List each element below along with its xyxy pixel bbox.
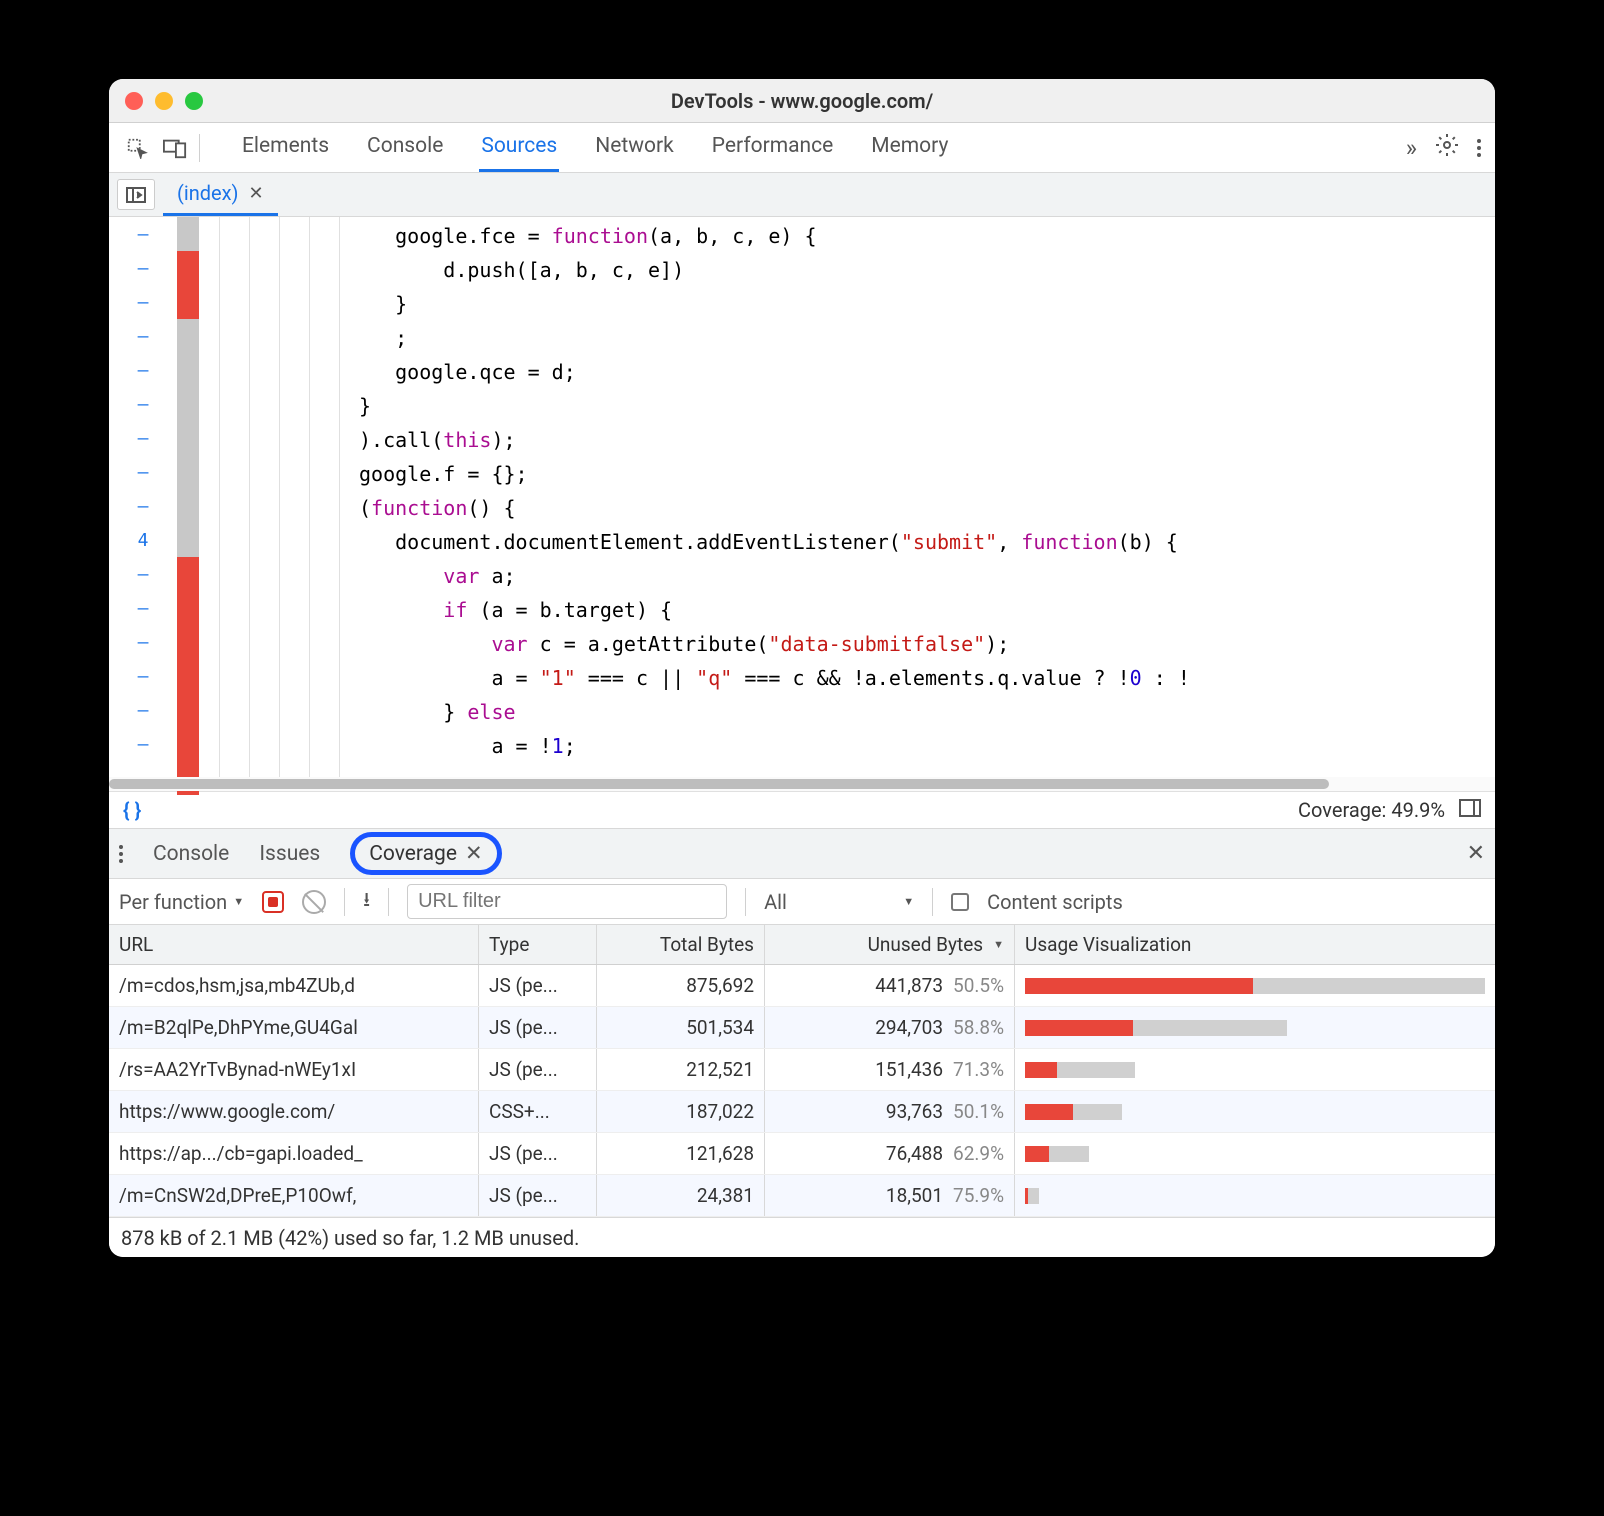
inspect-element-icon[interactable] <box>123 134 151 162</box>
settings-gear-icon[interactable] <box>1435 133 1459 163</box>
main-tabs: Elements Console Sources Network Perform… <box>240 123 1396 172</box>
minimize-window-button[interactable] <box>155 92 173 110</box>
drawer-tabs: Console Issues Coverage ✕ ✕ <box>109 829 1495 879</box>
separator <box>199 134 200 162</box>
pretty-print-icon[interactable]: { } <box>123 798 141 822</box>
coverage-table: URL Type Total Bytes Unused Bytes▼ Usage… <box>109 925 1495 1217</box>
file-tab-index[interactable]: (index) ✕ <box>163 173 278 216</box>
table-row[interactable]: /m=CnSW2d,DPreE,P10Owf,JS (pe...24,38118… <box>109 1175 1495 1217</box>
sidebar-right-toggle-icon[interactable] <box>1459 798 1481 822</box>
tab-performance[interactable]: Performance <box>710 123 835 172</box>
granularity-select[interactable]: Per function▼ <box>119 890 244 914</box>
col-type[interactable]: Type <box>479 925 597 964</box>
record-button[interactable] <box>262 891 284 913</box>
content-scripts-label: Content scripts <box>987 890 1123 914</box>
table-row[interactable]: /rs=AA2YrTvBynad-nWEy1xIJS (pe...212,521… <box>109 1049 1495 1091</box>
table-header: URL Type Total Bytes Unused Bytes▼ Usage… <box>109 925 1495 965</box>
col-unused[interactable]: Unused Bytes▼ <box>765 925 1015 964</box>
device-toggle-icon[interactable] <box>161 134 189 162</box>
drawer-tab-issues[interactable]: Issues <box>259 842 320 866</box>
table-row[interactable]: /m=B2qlPe,DhPYme,GU4GalJS (pe...501,5342… <box>109 1007 1495 1049</box>
close-window-button[interactable] <box>125 92 143 110</box>
type-filter-select[interactable]: All▼ <box>764 890 914 914</box>
table-row[interactable]: https://www.google.com/CSS+...187,02293,… <box>109 1091 1495 1133</box>
close-icon[interactable]: ✕ <box>249 183 264 204</box>
col-viz[interactable]: Usage Visualization <box>1015 925 1495 964</box>
coverage-summary: 878 kB of 2.1 MB (42%) used so far, 1.2 … <box>109 1217 1495 1257</box>
main-toolbar: Elements Console Sources Network Perform… <box>109 123 1495 173</box>
close-icon[interactable]: ✕ <box>465 841 483 866</box>
coverage-toolbar: Per function▼ ⭳ All▼ Content scripts <box>109 879 1495 925</box>
export-icon[interactable]: ⭳ <box>363 885 370 919</box>
coverage-status: Coverage: 49.9% <box>1298 798 1445 822</box>
drawer-tab-coverage[interactable]: Coverage ✕ <box>350 832 501 875</box>
kebab-menu-icon[interactable] <box>1477 139 1481 157</box>
editor-gutter: –––––––––4––––––– <box>109 217 199 777</box>
window-title: DevTools - www.google.com/ <box>109 89 1495 113</box>
horizontal-scrollbar[interactable] <box>109 777 1495 791</box>
maximize-window-button[interactable] <box>185 92 203 110</box>
drawer-tab-console[interactable]: Console <box>153 842 229 866</box>
clear-button[interactable] <box>302 890 326 914</box>
tab-sources[interactable]: Sources <box>479 123 559 172</box>
source-editor[interactable]: –––––––––4––––––– google.fce = function(… <box>109 217 1495 777</box>
more-tabs-icon[interactable]: » <box>1406 134 1417 162</box>
tab-memory[interactable]: Memory <box>869 123 950 172</box>
titlebar: DevTools - www.google.com/ <box>109 79 1495 123</box>
tab-network[interactable]: Network <box>593 123 676 172</box>
content-scripts-checkbox[interactable] <box>951 893 969 911</box>
devtools-window: DevTools - www.google.com/ Elements Cons… <box>109 79 1495 1257</box>
file-tab-label: (index) <box>177 181 239 205</box>
file-tabs-bar: (index) ✕ <box>109 173 1495 217</box>
traffic-lights <box>125 92 203 110</box>
code-content[interactable]: google.fce = function(a, b, c, e) { d.pu… <box>359 217 1495 777</box>
indent-guides <box>199 217 359 777</box>
col-url[interactable]: URL <box>109 925 479 964</box>
url-filter-input[interactable] <box>407 884 727 919</box>
tab-console[interactable]: Console <box>365 123 445 172</box>
editor-statusbar: { } Coverage: 49.9% <box>109 791 1495 829</box>
col-total[interactable]: Total Bytes <box>597 925 765 964</box>
table-row[interactable]: /m=cdos,hsm,jsa,mb4ZUb,dJS (pe...875,692… <box>109 965 1495 1007</box>
drawer-menu-icon[interactable] <box>119 845 123 863</box>
tab-elements[interactable]: Elements <box>240 123 331 172</box>
table-row[interactable]: https://ap.../cb=gapi.loaded_JS (pe...12… <box>109 1133 1495 1175</box>
close-drawer-icon[interactable]: ✕ <box>1467 841 1485 866</box>
navigator-toggle-icon[interactable] <box>117 179 155 210</box>
